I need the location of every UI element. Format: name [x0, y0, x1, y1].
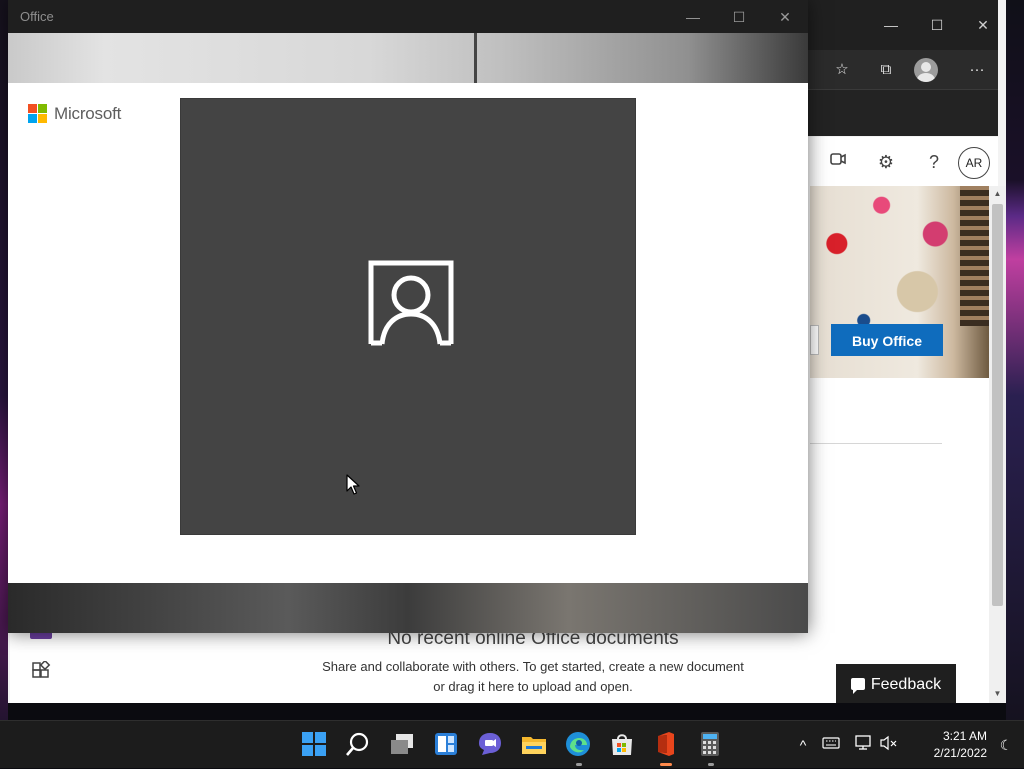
- buy-office-button[interactable]: Buy Office: [831, 324, 943, 356]
- office-active-indicator: [660, 763, 672, 766]
- feedback-button[interactable]: Feedback: [836, 664, 956, 703]
- page-scrollbar[interactable]: ▲ ▼: [989, 186, 1006, 703]
- office-close-button[interactable]: ✕: [774, 6, 796, 28]
- collections-icon[interactable]: ⧉: [875, 59, 897, 81]
- desktop-wallpaper-left: [0, 0, 8, 720]
- logo-square-green: [38, 104, 47, 113]
- clock-time[interactable]: 3:21 AM: [921, 729, 987, 743]
- task-view-icon[interactable]: [389, 731, 417, 759]
- office-titlebar[interactable]: Office — ☐ ✕: [8, 0, 808, 33]
- office-background-photo-bottom: [8, 583, 808, 633]
- office-maximize-button[interactable]: ☐: [728, 6, 750, 28]
- scroll-thumb[interactable]: [992, 204, 1003, 606]
- browser-tabstrip: [800, 90, 998, 136]
- office-signin-dialog: Microsoft: [8, 83, 808, 583]
- hero-secondary-button[interactable]: [810, 325, 819, 355]
- chat-icon[interactable]: [477, 731, 505, 759]
- taskbar: ^ 3:21 AM 2/21/2022 ☾: [0, 720, 1024, 768]
- feedback-chat-icon: [850, 678, 865, 694]
- profile-icon[interactable]: [914, 58, 938, 82]
- file-explorer-icon[interactable]: [521, 731, 549, 759]
- scroll-up-arrow-icon[interactable]: ▲: [989, 186, 1006, 202]
- favorites-icon[interactable]: ☆: [831, 59, 853, 81]
- browser-toolbar: ☆ ⧉ ···: [800, 50, 998, 90]
- logo-square-blue: [28, 114, 37, 123]
- desktop-wallpaper-right: [1006, 0, 1024, 720]
- person-account-icon: [368, 260, 454, 346]
- volume-muted-icon[interactable]: [879, 735, 899, 755]
- browser-minimize-button[interactable]: —: [880, 14, 902, 36]
- all-apps-icon[interactable]: [30, 659, 52, 683]
- clock-date[interactable]: 2/21/2022: [921, 746, 987, 760]
- section-divider: [810, 443, 942, 444]
- store-icon[interactable]: [609, 731, 637, 759]
- focus-assist-moon-icon[interactable]: ☾: [996, 735, 1016, 755]
- mouse-pointer-icon: [346, 474, 360, 495]
- office-window: Office — ☐ ✕ Microsoft: [8, 0, 808, 633]
- scroll-down-arrow-icon[interactable]: ▼: [989, 686, 1006, 702]
- more-options-icon[interactable]: ···: [966, 59, 988, 81]
- teams-meet-icon[interactable]: [826, 150, 850, 174]
- microsoft-logo: Microsoft: [28, 104, 138, 124]
- calculator-running-indicator: [708, 763, 714, 766]
- user-avatar[interactable]: AR: [958, 147, 990, 179]
- office-minimize-button[interactable]: —: [682, 6, 704, 28]
- logo-square-red: [28, 104, 37, 113]
- office-window-title: Office: [20, 9, 54, 24]
- calculator-icon[interactable]: [697, 731, 725, 759]
- office-background-photo-detail: [474, 33, 477, 83]
- office-background-photo-top: [8, 33, 808, 83]
- microsoft-wordmark: Microsoft: [54, 104, 122, 123]
- browser-titlebar: — ☐ ✕: [800, 0, 998, 50]
- browser-close-button[interactable]: ✕: [972, 14, 994, 36]
- system-tray: ^ 3:21 AM 2/21/2022 ☾: [800, 721, 1024, 769]
- chevron-up-icon[interactable]: ^: [793, 735, 813, 755]
- settings-gear-icon[interactable]: ⚙: [874, 150, 898, 174]
- empty-state-description: Share and collaborate with others. To ge…: [322, 659, 744, 694]
- hero-decoration: [960, 186, 989, 326]
- account-picker-panel[interactable]: [180, 98, 636, 535]
- keyboard-icon[interactable]: [821, 735, 841, 755]
- search-icon[interactable]: [345, 731, 373, 759]
- help-icon[interactable]: ?: [922, 150, 946, 174]
- feedback-label: Feedback: [870, 676, 942, 693]
- widgets-icon[interactable]: [433, 731, 461, 759]
- office-icon[interactable]: [653, 731, 681, 759]
- logo-square-yellow: [38, 114, 47, 123]
- start-icon[interactable]: [301, 731, 329, 759]
- browser-maximize-button[interactable]: ☐: [926, 14, 948, 36]
- edge-running-indicator: [576, 763, 582, 766]
- network-icon[interactable]: [853, 735, 873, 755]
- edge-icon[interactable]: [565, 731, 593, 759]
